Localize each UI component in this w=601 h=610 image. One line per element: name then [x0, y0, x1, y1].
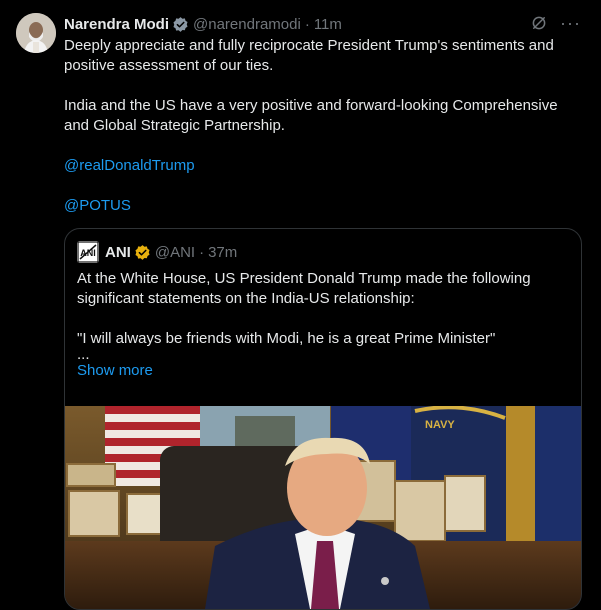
author-handle[interactable]: @narendramodi: [193, 16, 301, 33]
header-actions: ···: [530, 14, 581, 32]
verified-badge-icon: [134, 244, 151, 261]
separator-dot: ·: [199, 243, 205, 261]
post-paragraph: Deeply appreciate and fully reciprocate …: [64, 37, 554, 74]
quote-paragraph: "I will always be friends with Modi, he …: [77, 330, 496, 347]
quote-header: ANI ANI @ANI · 37m: [77, 241, 237, 263]
post-time[interactable]: 11m: [314, 16, 342, 33]
quote-paragraph: At the White House, US President Donald …: [77, 270, 531, 307]
grok-icon[interactable]: [530, 14, 548, 32]
quote-media-image[interactable]: NAVY: [65, 405, 581, 609]
show-more-link[interactable]: Show more: [77, 362, 153, 379]
quote-author-name[interactable]: ANI: [105, 244, 131, 261]
quote-time[interactable]: 37m: [208, 244, 237, 261]
post-header: Narendra Modi @narendramodi · 11m ···: [64, 14, 581, 34]
ani-logo[interactable]: ANI: [77, 241, 99, 263]
quote-author-handle[interactable]: @ANI: [155, 244, 195, 261]
mention-link[interactable]: @realDonaldTrump: [64, 157, 195, 174]
mention-link[interactable]: @POTUS: [64, 197, 131, 214]
quote-text: At the White House, US President Donald …: [77, 269, 567, 381]
quote-ellipsis: ...: [77, 346, 90, 363]
verified-badge-icon: [172, 16, 189, 33]
post-text: Deeply appreciate and fully reciprocate …: [64, 36, 584, 216]
author-name[interactable]: Narendra Modi: [64, 16, 169, 33]
separator-dot: ·: [304, 15, 310, 33]
post-card[interactable]: Narendra Modi @narendramodi · 11m ··· De…: [0, 0, 601, 610]
quoted-post[interactable]: ANI ANI @ANI · 37m At the White House, U…: [64, 228, 582, 610]
svg-text:NAVY: NAVY: [425, 419, 455, 431]
more-icon[interactable]: ···: [560, 14, 581, 32]
avatar[interactable]: [16, 13, 56, 53]
post-paragraph: India and the US have a very positive an…: [64, 97, 558, 134]
